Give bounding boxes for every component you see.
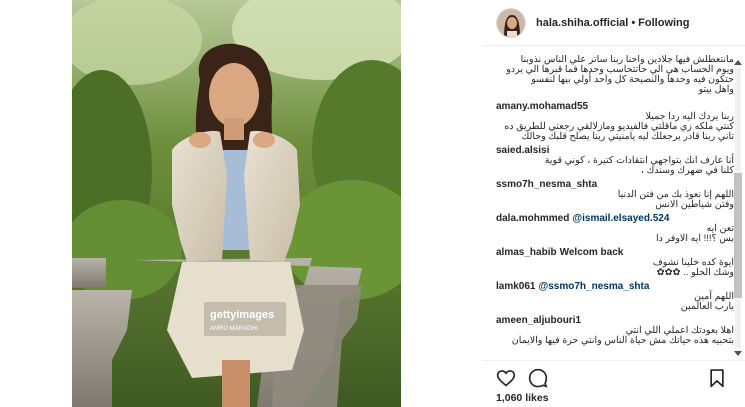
post-side-panel: hala.shiha.official • Following مانتعطلش ف… [482,0,745,407]
post-photo[interactable]: gettyimages AMRO MARAGHI [72,0,401,407]
comment-item: saied.alsisi أنا عارف انك بتواجهي انتقاد… [496,145,734,176]
watermark-credit: AMRO MARAGHI [210,326,258,332]
comment-line: وشك الحلو .. ✿✿✿ [656,267,734,278]
scroll-down-arrow-icon[interactable] [734,351,742,356]
bookmark-icon[interactable] [707,368,727,388]
caption-text: مانتعطلش فيها جلادين واحنا ربنا ساتر علي… [496,55,734,95]
caption-line: واهل بيتو [698,84,734,95]
comment-username[interactable]: almas_habib [496,247,557,258]
scroll-thumb[interactable] [734,173,742,298]
instagram-post: gettyimages AMRO MARAGHI hala.shiha.offi… [0,0,745,407]
comment-line: كلنا في ضهرك وسندك ، [640,165,734,176]
comment-line: بس ؟!!! ايه الاوفر دا [656,233,734,244]
scroll-up-arrow-icon[interactable] [734,60,742,65]
comment-mention[interactable]: @ssmo7h_nesma_shta [538,281,649,292]
comment-item: dala.mohmmed @ismail.elsayed.524 تعن ايه … [496,213,734,244]
comment-item: almas_habib Welcom back ايوة كده خلينا نش… [496,247,734,278]
comment-item: ssmo7h_nesma_shta اللهم إنا نعوذ بك من ف… [496,179,734,210]
avatar-image [497,8,525,37]
header-separator: • [631,16,636,29]
comment-mention[interactable]: @ismail.elsayed.524 [572,213,669,224]
post-header: hala.shiha.official • Following [482,0,745,46]
photo-illustration: gettyimages AMRO MARAGHI [72,0,401,407]
comments-scrollbar[interactable] [733,58,743,358]
comment-item: amany.mohamad55 ربنا يردك اليه ردا جميلا… [496,101,734,142]
comment-username[interactable]: lamk061 [496,281,535,292]
comment-header: dala.mohmmed @ismail.elsayed.524 [496,213,734,224]
comment-icon[interactable] [528,368,548,388]
comments-list[interactable]: مانتعطلش فيها جلادين واحنا ربنا ساتر علي… [496,55,734,360]
likes-count[interactable]: 1,060 likes [496,392,549,404]
header-text: hala.shiha.official • Following [536,17,690,29]
avatar[interactable] [496,7,526,38]
heart-icon[interactable] [496,368,516,388]
watermark-brand: gettyimages [210,309,274,321]
comment-line: بتحبيه هذه حياتك مش حياة الناس وانتي حرة… [511,335,734,346]
username-link[interactable]: hala.shiha.official [536,17,628,29]
comment-line: وفتن شياطين الانس [655,199,734,210]
comment-line: تاني ربنا قادر يرجعلك ليه يامنيتي ربنا ي… [521,131,734,142]
comment-username[interactable]: dala.mohmmed [496,213,569,224]
comment-item: lamk061 @ssmo7h_nesma_shta اللهم آمين يار… [496,281,734,312]
comment-inline-text: Welcom back [559,247,624,258]
comment-item: ameen_aljubouri1 اهلا بعودتك اعملي اللي … [496,315,734,346]
comment-line: يارب العالمين [680,301,734,312]
following-button[interactable]: Following [638,17,689,29]
